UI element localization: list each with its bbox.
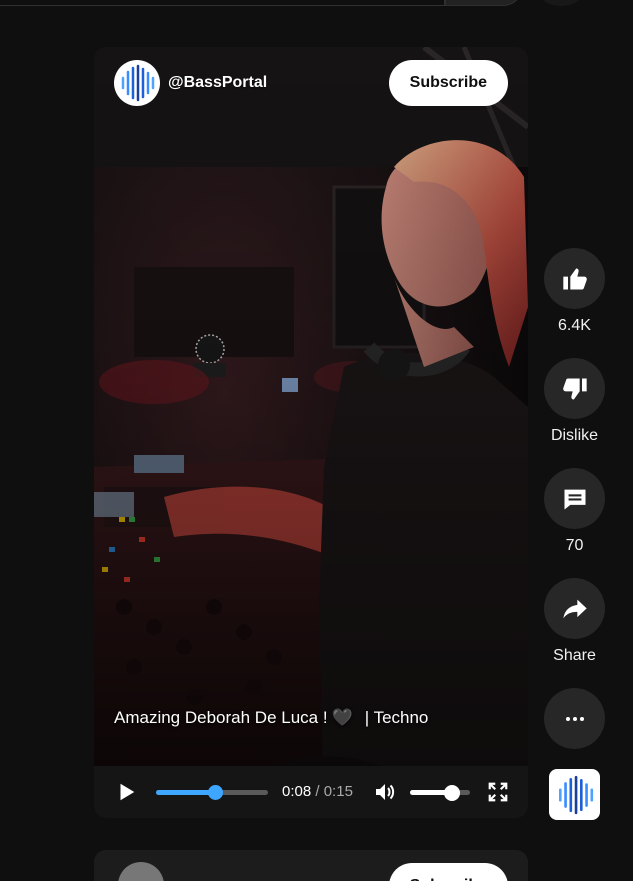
thumbs-down-icon — [562, 378, 587, 399]
time-separator: / — [315, 783, 320, 800]
short-video-player[interactable]: @BassPortal Subscribe Amazing Deborah De… — [94, 47, 528, 818]
fullscreen-button[interactable] — [486, 780, 510, 804]
comment-count: 70 — [565, 537, 584, 554]
dislike-label: Dislike — [550, 427, 599, 444]
fullscreen-icon — [488, 782, 508, 802]
short-title-text: Amazing Deborah De Luca ! — [114, 708, 328, 727]
more-button[interactable] — [544, 688, 605, 749]
channel-row: @BassPortal — [114, 60, 267, 106]
more-icon — [565, 716, 584, 721]
dislike-action: Dislike — [544, 358, 605, 445]
like-button[interactable] — [544, 248, 605, 309]
volume-knob[interactable] — [444, 785, 460, 801]
time-display: 0:08 / 0:15 — [282, 783, 353, 800]
shorts-page: @BassPortal Subscribe Amazing Deborah De… — [0, 0, 633, 881]
subscribe-button[interactable]: Subscribe — [388, 60, 508, 106]
search-button[interactable] — [445, 0, 523, 6]
video-frame[interactable] — [94, 47, 528, 818]
progress-bar[interactable] — [156, 785, 268, 800]
volume-icon — [376, 784, 395, 800]
volume-slider[interactable] — [410, 785, 470, 801]
share-action: Share — [544, 578, 605, 665]
progress-fill — [156, 790, 216, 795]
thumbs-up-icon — [562, 268, 587, 289]
heart-emoji: 🖤 — [331, 708, 353, 727]
bassportal-logo-icon — [558, 775, 593, 814]
like-action: 6.4K — [544, 248, 605, 335]
player-controls: 0:08 / 0:15 — [94, 766, 528, 818]
sound-channel-thumbnail[interactable] — [549, 769, 600, 820]
share-label: Share — [553, 647, 596, 664]
video-still — [94, 47, 528, 818]
next-subscribe-button[interactable]: Subscribe — [388, 863, 508, 881]
share-icon — [562, 599, 587, 618]
search-input[interactable] — [0, 0, 445, 6]
channel-avatar[interactable] — [114, 60, 160, 106]
comments-button[interactable] — [544, 468, 605, 529]
duration: 0:15 — [323, 783, 353, 800]
channel-name[interactable]: @BassPortal — [168, 74, 267, 92]
share-button[interactable] — [544, 578, 605, 639]
next-channel-avatar[interactable] — [118, 862, 164, 881]
play-button[interactable] — [114, 780, 138, 804]
more-action — [544, 688, 605, 749]
dislike-button[interactable] — [544, 358, 605, 419]
next-short-preview[interactable]: Subscribe — [94, 850, 528, 881]
short-title[interactable]: Amazing Deborah De Luca ! 🖤 | Techno — [114, 708, 428, 728]
like-count: 6.4K — [558, 317, 591, 334]
comments-action: 70 — [544, 468, 605, 555]
play-icon — [120, 783, 135, 801]
mute-button[interactable] — [372, 780, 398, 804]
voice-search-button[interactable] — [541, 0, 581, 6]
bassportal-logo-icon — [121, 64, 155, 102]
short-title-tag: | Techno — [364, 708, 429, 727]
current-time: 0:08 — [282, 783, 312, 800]
comment-icon — [564, 489, 585, 509]
progress-scrubber[interactable] — [208, 785, 224, 800]
